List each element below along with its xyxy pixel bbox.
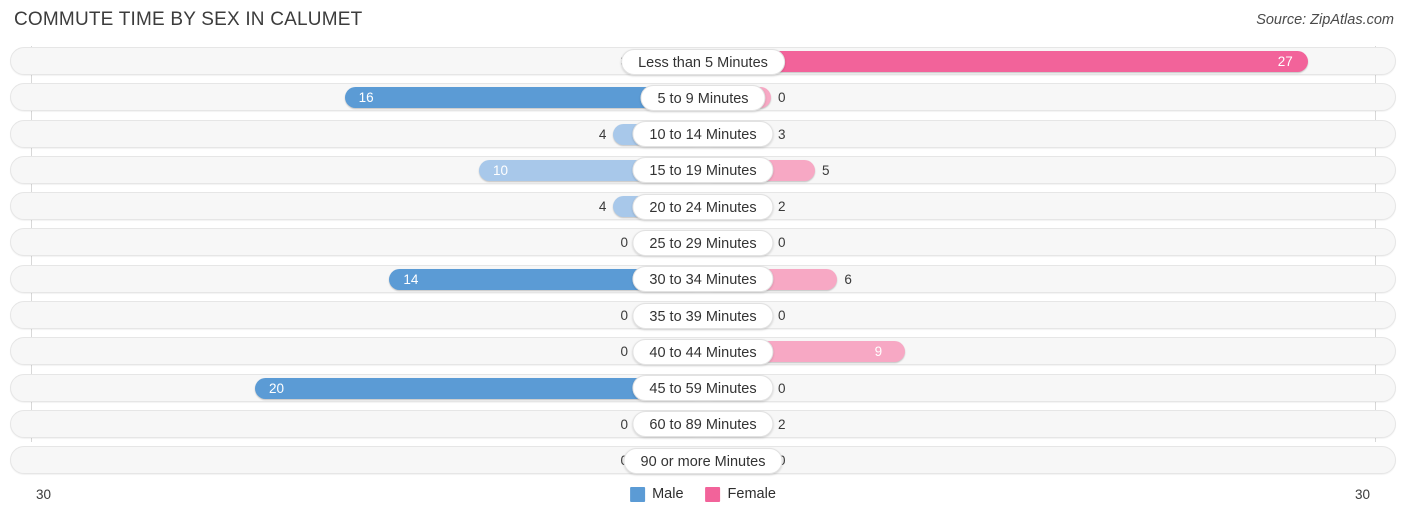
category-label: 30 to 34 Minutes — [632, 266, 774, 293]
page-title: COMMUTE TIME BY SEX IN CALUMET — [14, 9, 363, 30]
axis-label-left: 30 — [36, 487, 52, 502]
chart-header: COMMUTE TIME BY SEX IN CALUMET Source: Z… — [0, 0, 1406, 44]
category-label: 35 to 39 Minutes — [632, 302, 774, 329]
male-value-label: 0 — [620, 308, 628, 324]
source-attribution: Source: ZipAtlas.com — [1256, 12, 1394, 28]
chart-legend: Male Female — [630, 486, 776, 502]
bar-row: 4 2 20 to 24 Minutes — [0, 189, 1406, 225]
female-bar — [703, 51, 1308, 72]
female-value-label: 3 — [778, 126, 786, 142]
male-value-label: 4 — [598, 199, 607, 215]
legend-swatch-icon — [630, 486, 646, 502]
male-value-label: 0 — [620, 416, 628, 432]
male-value-label: 10 — [493, 162, 509, 178]
legend-item-male[interactable]: Male — [630, 486, 684, 502]
bar-row: 0 2 60 to 89 Minutes — [0, 407, 1406, 443]
bar-row: 10 5 15 to 19 Minutes — [0, 153, 1406, 189]
female-value-label: 5 — [822, 162, 830, 178]
female-value-label: 0 — [778, 90, 786, 106]
bar-row: 0 0 25 to 29 Minutes — [0, 225, 1406, 261]
female-value-label: 0 — [778, 235, 786, 251]
bar-row: 0 0 35 to 39 Minutes — [0, 298, 1406, 334]
male-value-label: 16 — [358, 90, 374, 106]
legend-item-female[interactable]: Female — [705, 486, 776, 502]
bar-row: 327Less than 5 Minutes — [0, 44, 1406, 80]
bar-row: 20 0 45 to 59 Minutes — [0, 371, 1406, 407]
male-value-label: 20 — [269, 380, 285, 396]
bar-row: 14 6 30 to 34 Minutes — [0, 262, 1406, 298]
category-label: 60 to 89 Minutes — [632, 411, 774, 438]
legend-label: Female — [727, 486, 776, 502]
female-value-label: 0 — [778, 308, 786, 324]
female-value-label: 2 — [778, 199, 786, 215]
bar-row: 0090 or more Minutes — [0, 443, 1406, 479]
bar-row: 16 0 5 to 9 Minutes — [0, 80, 1406, 116]
male-value-label: 0 — [620, 235, 628, 251]
category-label: 5 to 9 Minutes — [640, 84, 766, 111]
category-label: 90 or more Minutes — [623, 447, 783, 474]
male-value-label: 14 — [403, 271, 419, 287]
bar-row: 4 3 10 to 14 Minutes — [0, 117, 1406, 153]
chart-plot-area: 3 27 Less than 5 Minutes 16 0 5 to 9 Minutes 4… — [0, 44, 1406, 479]
bar-rows: 3 27 Less than 5 Minutes 16 0 5 to 9 Minutes 4… — [0, 44, 1406, 480]
female-value-label: 2 — [778, 416, 786, 432]
male-value-label: 4 — [598, 126, 607, 142]
bar-row: 0 9 40 to 44 Minutes — [0, 334, 1406, 370]
category-label: 10 to 14 Minutes — [632, 121, 774, 148]
category-label: 20 to 24 Minutes — [632, 193, 774, 220]
legend-label: Male — [652, 486, 684, 502]
male-value-label: 0 — [620, 344, 628, 360]
category-label: 45 to 59 Minutes — [632, 375, 774, 402]
female-value-label: 27 — [1277, 54, 1293, 69]
female-value-label: 0 — [778, 380, 786, 396]
female-value-label: 9 — [874, 344, 883, 360]
category-label: 40 to 44 Minutes — [632, 338, 774, 365]
category-label: 15 to 19 Minutes — [632, 157, 774, 184]
category-label: 25 to 29 Minutes — [632, 229, 774, 256]
axis-label-right: 30 — [1354, 487, 1370, 502]
chart-footer: 30 30 Male Female — [0, 479, 1406, 522]
legend-swatch-icon — [705, 486, 721, 502]
category-label: Less than 5 Minutes — [621, 48, 785, 75]
female-value-label: 6 — [844, 271, 852, 287]
